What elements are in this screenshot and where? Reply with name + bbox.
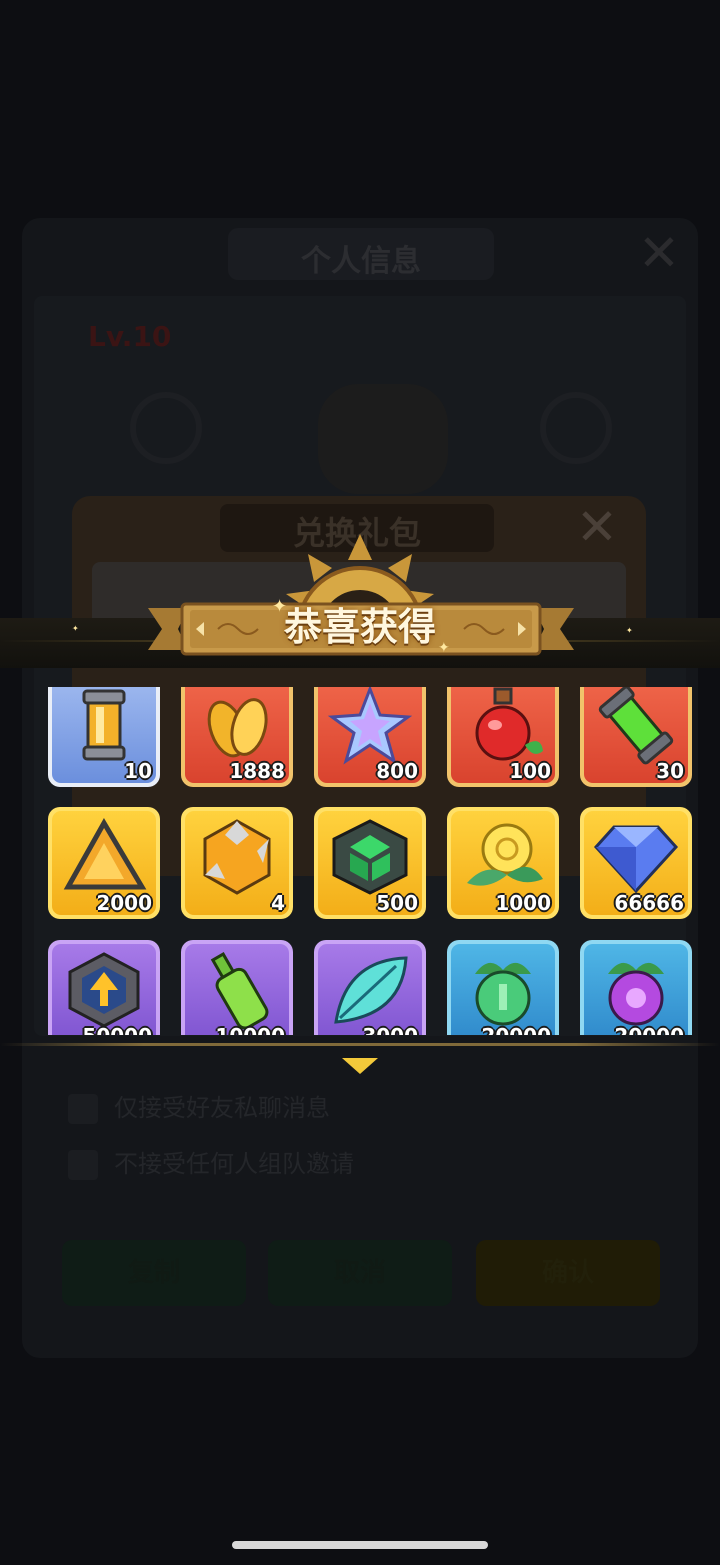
profile-avatar: [318, 384, 448, 494]
golden-seeds-icon: [207, 698, 268, 758]
reward-quantity: 500: [376, 891, 418, 915]
profile-cancel-button: 取消: [268, 1240, 452, 1306]
reward-item[interactable]: 1888: [181, 687, 293, 787]
sparkle-icon: ✦: [72, 624, 79, 633]
reward-item[interactable]: 50000: [48, 940, 160, 1035]
checkbox-icon: [68, 1094, 98, 1124]
reward-quantity: 800: [376, 759, 418, 783]
profile-option-row-2: 不接受任何人组队邀请: [68, 1144, 354, 1180]
green-bottle-icon: [210, 952, 269, 1030]
reward-quantity: 66666: [614, 891, 684, 915]
sparkle-icon: ✦: [626, 626, 633, 635]
reward-item[interactable]: 20000: [447, 940, 559, 1035]
profile-option-label: 不接受任何人组队邀请: [114, 1150, 354, 1178]
home-indicator[interactable]: [232, 1541, 488, 1549]
profile-option-label: 仅接受好友私聊消息: [114, 1094, 330, 1122]
reward-item[interactable]: 66666: [580, 807, 692, 919]
reward-item[interactable]: 800: [314, 687, 426, 787]
reward-item[interactable]: 30: [580, 687, 692, 787]
green-bulb-icon: [475, 962, 531, 1026]
sparkle-icon: ✦: [438, 640, 450, 656]
reward-quantity: 3000: [362, 1024, 418, 1035]
reward-quantity: 20000: [481, 1024, 551, 1035]
green-capsule-icon: [598, 687, 674, 765]
profile-left-emblem-icon: [130, 392, 202, 464]
profile-window-title: 个人信息: [301, 244, 421, 279]
reward-item[interactable]: 10: [48, 687, 160, 787]
reward-item[interactable]: 100: [447, 687, 559, 787]
profile-right-emblem-icon: [540, 392, 612, 464]
reward-quantity: 100: [509, 759, 551, 783]
reward-quantity: 10000: [215, 1024, 285, 1035]
reward-quantity: 20000: [614, 1024, 684, 1035]
reward-item[interactable]: 500: [314, 807, 426, 919]
reward-quantity: 2000: [96, 891, 152, 915]
reward-banner-title: 恭喜获得: [283, 605, 436, 649]
profile-confirm-button: 确认: [476, 1240, 660, 1306]
reward-item[interactable]: 4: [181, 807, 293, 919]
profile-level-text: Lv.10: [88, 320, 172, 353]
sparkle-icon: ✦: [272, 596, 288, 617]
reward-grid[interactable]: 10 1888 800 100 30 2000 4 500 1000 66666: [0, 687, 720, 1035]
amber-prism-icon: [63, 818, 147, 890]
grid-bottom-divider: [0, 1043, 720, 1046]
upgrade-badge-icon: [68, 952, 140, 1028]
redeem-close-icon: ✕: [576, 498, 618, 556]
profile-close-icon: ✕: [638, 224, 680, 282]
reward-item[interactable]: 3000: [314, 940, 426, 1035]
reward-item[interactable]: 20000: [580, 940, 692, 1035]
purple-bulb-icon: [608, 962, 664, 1026]
reward-item[interactable]: 2000: [48, 807, 160, 919]
checkbox-icon: [68, 1150, 98, 1180]
emerald-cube-icon: [332, 819, 408, 895]
golden-rose-icon: [467, 823, 543, 886]
reward-item[interactable]: 1000: [447, 807, 559, 919]
reward-quantity: 4: [271, 891, 285, 915]
reward-item[interactable]: 10000: [181, 940, 293, 1035]
energy-canister-icon: [82, 689, 126, 761]
scroll-down-arrow-icon[interactable]: [342, 1056, 378, 1076]
crystal-star-icon: [327, 687, 413, 765]
reward-quantity: 1888: [229, 759, 285, 783]
reward-quantity: 1000: [495, 891, 551, 915]
cyan-leaf-icon: [334, 956, 408, 1024]
profile-copy-button: 复制: [62, 1240, 246, 1306]
amber-ore-icon: [203, 819, 271, 895]
diamond-icon: [593, 825, 679, 894]
reward-quantity: 50000: [82, 1024, 152, 1035]
red-potion-icon: [475, 687, 543, 761]
reward-quantity: 30: [656, 759, 684, 783]
reward-quantity: 10: [124, 759, 152, 783]
profile-option-row-1: 仅接受好友私聊消息: [68, 1088, 330, 1124]
